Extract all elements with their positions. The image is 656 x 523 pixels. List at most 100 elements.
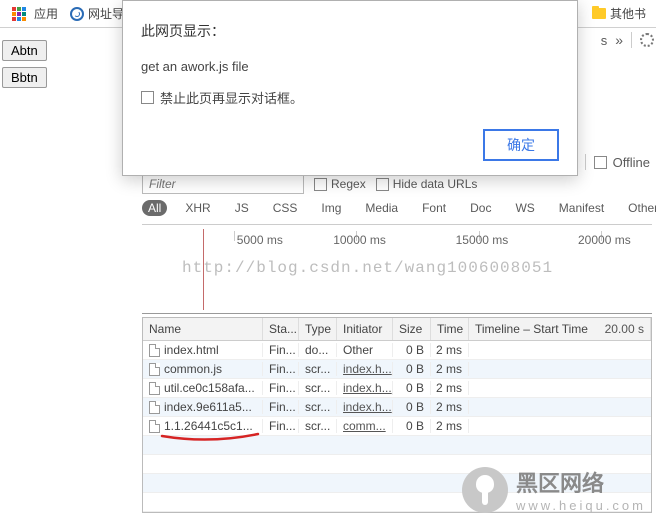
tab-s[interactable]: s [601, 33, 608, 48]
cell-initiator: index.h... [337, 400, 393, 414]
cell-name: index.html [143, 343, 263, 357]
cell-time: 2 ms [431, 419, 469, 433]
table-header: Name Sta... Type Initiator Size Time Tim… [143, 318, 651, 341]
abtn-button[interactable]: Abtn [2, 40, 47, 61]
table-row[interactable]: index.htmlFin...do...Other0 B2 ms [143, 341, 651, 360]
cell-status: Fin... [263, 381, 299, 395]
bookmark-nav[interactable]: 网址导 [64, 3, 130, 24]
file-icon [149, 420, 160, 433]
cell-type: scr... [299, 381, 337, 395]
watermark-logo: 黑区网络 www.heiqu.com [462, 466, 646, 513]
timeline-tick: 10000 ms [356, 231, 410, 241]
file-icon [149, 344, 160, 357]
apps-grid-icon [12, 7, 26, 21]
col-status[interactable]: Sta... [263, 318, 299, 340]
cell-size: 0 B [393, 419, 431, 433]
type-filter-xhr[interactable]: XHR [179, 200, 216, 216]
cell-initiator: comm... [337, 419, 393, 433]
dialog-title: 此网页显示： [141, 21, 559, 41]
logo-url: www.heiqu.com [516, 498, 646, 513]
regex-option[interactable]: Regex [314, 177, 366, 191]
file-icon [149, 382, 160, 395]
other-bookmarks-label: 其他书 [610, 5, 646, 22]
suppress-checkbox[interactable] [141, 91, 154, 104]
type-filter-js[interactable]: JS [229, 200, 255, 216]
type-filter-css[interactable]: CSS [267, 200, 304, 216]
timeline-tick: 5000 ms [234, 231, 281, 241]
ok-button[interactable]: 确定 [483, 129, 559, 161]
timeline-tick: 15000 ms [479, 231, 533, 241]
suppress-label: 禁止此页再显示对话框。 [160, 88, 303, 107]
col-size[interactable]: Size [393, 318, 431, 340]
cell-type: scr... [299, 419, 337, 433]
cell-status: Fin... [263, 400, 299, 414]
cell-time: 2 ms [431, 343, 469, 357]
cell-status: Fin... [263, 419, 299, 433]
bbtn-button[interactable]: Bbtn [2, 67, 47, 88]
gear-icon[interactable] [640, 33, 654, 47]
type-filter-all[interactable]: All [142, 200, 167, 216]
filter-input[interactable] [142, 174, 304, 194]
watermark-text: http://blog.csdn.net/wang1006008051 [182, 259, 553, 277]
regex-checkbox[interactable] [314, 178, 327, 191]
divider [631, 32, 632, 48]
other-bookmarks[interactable]: 其他书 [586, 3, 652, 24]
type-filter-manifest[interactable]: Manifest [553, 200, 610, 216]
folder-icon [592, 8, 606, 19]
devtools-header-right: s » [601, 32, 654, 48]
cell-name: index.9e611a5... [143, 400, 263, 414]
col-name[interactable]: Name [143, 318, 263, 340]
cell-time: 2 ms [431, 381, 469, 395]
cell-initiator: index.h... [337, 381, 393, 395]
type-filter-other[interactable]: Other [622, 200, 656, 216]
network-filter-bar: Regex Hide data URLs [142, 174, 652, 194]
cell-size: 0 B [393, 362, 431, 376]
network-timeline[interactable]: 5000 ms 10000 ms 15000 ms 20000 ms http://b… [142, 224, 652, 310]
alert-dialog: 此网页显示： get an awork.js file 禁止此页再显示对话框。 … [122, 0, 578, 176]
cell-status: Fin... [263, 362, 299, 376]
table-row[interactable]: util.ce0c158afa...Fin...scr...index.h...… [143, 379, 651, 398]
type-filter-ws[interactable]: WS [509, 200, 540, 216]
col-time[interactable]: Time [431, 318, 469, 340]
mushroom-icon [462, 467, 508, 513]
cell-type: scr... [299, 400, 337, 414]
type-filter-media[interactable]: Media [359, 200, 404, 216]
file-icon [149, 401, 160, 414]
divider [585, 154, 586, 170]
cell-initiator: index.h... [337, 362, 393, 376]
file-icon [149, 363, 160, 376]
col-type[interactable]: Type [299, 318, 337, 340]
logo-title: 黑区网络 [516, 466, 646, 498]
cell-time: 2 ms [431, 362, 469, 376]
type-filter-font[interactable]: Font [416, 200, 452, 216]
swirl-icon [70, 7, 84, 21]
cell-status: Fin... [263, 343, 299, 357]
cell-initiator: Other [337, 343, 393, 357]
timeline-tick: 20000 ms [601, 231, 655, 241]
table-row[interactable]: index.9e611a5...Fin...scr...index.h...0 … [143, 398, 651, 417]
annotation-underline [160, 430, 260, 444]
col-timeline[interactable]: Timeline – Start Time 20.00 s [469, 318, 651, 340]
hide-data-checkbox[interactable] [376, 178, 389, 191]
cell-time: 2 ms [431, 400, 469, 414]
more-tabs-icon[interactable]: » [615, 32, 623, 48]
type-filter-img[interactable]: Img [315, 200, 347, 216]
cell-type: do... [299, 343, 337, 357]
offline-label: Offline [613, 155, 650, 170]
bookmark-nav-label: 网址导 [88, 5, 124, 22]
page-buttons: Abtn Bbtn [2, 40, 47, 88]
cell-name: util.ce0c158afa... [143, 381, 263, 395]
table-row[interactable]: common.jsFin...scr...index.h...0 B2 ms [143, 360, 651, 379]
col-initiator[interactable]: Initiator [337, 318, 393, 340]
apps-label: 应用 [34, 5, 58, 22]
offline-checkbox[interactable] [594, 156, 607, 169]
type-filter-doc[interactable]: Doc [464, 200, 497, 216]
cell-size: 0 B [393, 381, 431, 395]
hide-data-urls-option[interactable]: Hide data URLs [376, 177, 478, 191]
cell-size: 0 B [393, 343, 431, 357]
cell-name: common.js [143, 362, 263, 376]
pane-divider[interactable] [142, 310, 652, 316]
dialog-message: get an awork.js file [141, 59, 559, 74]
resource-type-filter: All XHR JS CSS Img Media Font Doc WS Manifest Othe… [142, 200, 656, 216]
apps-button[interactable]: 应用 [4, 3, 64, 24]
